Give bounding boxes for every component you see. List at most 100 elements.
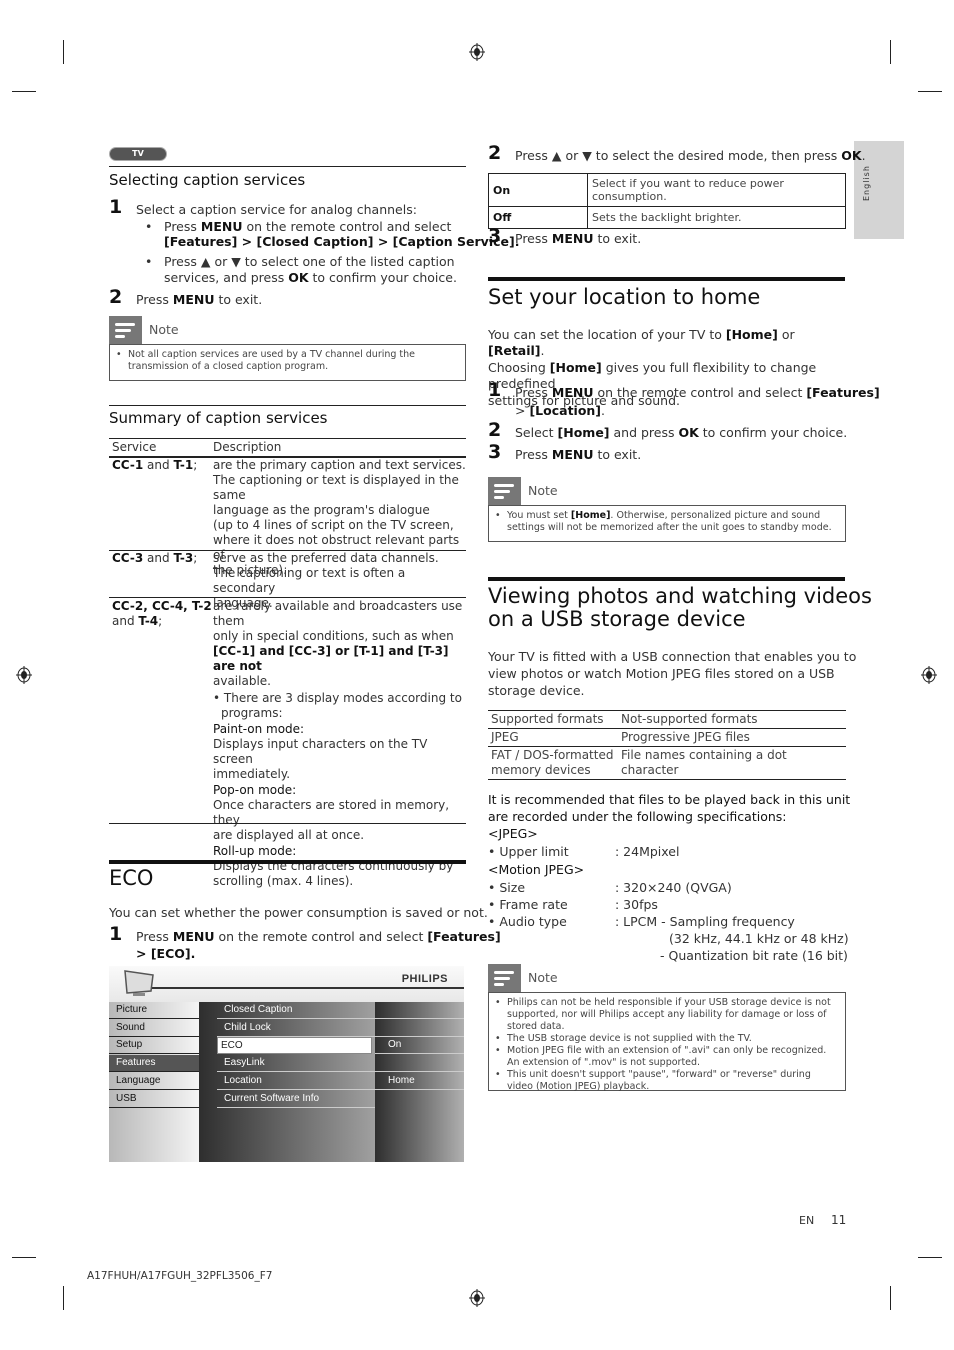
tv-badge: TV xyxy=(109,147,167,161)
page-number: 11 xyxy=(831,1213,847,1227)
key-menu: MENU xyxy=(172,292,215,307)
tv-menu-value xyxy=(375,1055,464,1072)
mode-name: Roll-up mode: xyxy=(213,844,297,858)
divider xyxy=(109,166,466,167)
tv-menu-item-closed-caption[interactable]: Closed Caption xyxy=(217,1002,375,1019)
spec-value-extra: - Quantization bit rate (16 bit) xyxy=(660,948,848,963)
spec-value: : 24Mpixel xyxy=(615,844,680,859)
text: to exit. xyxy=(214,292,263,307)
section-title-eco: ECO xyxy=(109,866,154,890)
table-cell: JPEG xyxy=(491,730,519,744)
code: CC-3 xyxy=(112,551,144,565)
key-menu: MENU xyxy=(172,929,215,944)
table-cell: Progressive JPEG files xyxy=(621,730,750,744)
note-label: Note xyxy=(528,483,558,498)
text: Press xyxy=(515,231,552,246)
desc-line: [CC-1] and [CC-3] or [T-1] and [T-3] are… xyxy=(213,644,468,674)
option-retail: [Retail] xyxy=(488,343,541,358)
text: You must set xyxy=(507,510,571,521)
spec-key: • Upper limit xyxy=(488,844,569,859)
spec-label-jpeg: <JPEG> xyxy=(488,826,538,841)
step-number: 1 xyxy=(109,196,123,218)
crop-mark xyxy=(63,40,64,64)
menu-path-text: [Features] > [Closed Caption] > [Caption… xyxy=(164,234,520,249)
step-text: Press MENU on the remote control and sel… xyxy=(515,385,880,401)
table-cell: File names containing a dot character xyxy=(621,748,787,777)
tv-menu-item-sound[interactable]: Sound xyxy=(109,1020,199,1037)
step-number: 1 xyxy=(488,379,502,401)
text: on the remote control and select xyxy=(593,385,807,400)
text: on the remote control and select xyxy=(214,929,428,944)
step-number: 2 xyxy=(109,286,123,308)
mode-name: Pop-on mode: xyxy=(213,783,297,797)
desc-line: immediately. xyxy=(213,767,291,781)
tv-menu-item-picture[interactable]: Picture xyxy=(109,1002,199,1019)
intro-line: storage device. xyxy=(488,683,585,698)
step-text: Select a caption service for analog chan… xyxy=(136,202,417,217)
desc-line: are rarely available and broadcasters us… xyxy=(213,599,463,628)
tv-menu-values: On Home xyxy=(375,1002,464,1162)
bullet-text: Press MENU on the remote control and sel… xyxy=(164,219,451,235)
text: Press xyxy=(515,385,552,400)
table-cell-service: CC-2, CC-4, T-2 and T-4; xyxy=(112,599,212,629)
section-title-location: Set your location to home xyxy=(488,285,761,309)
text: You can set the location of your TV to xyxy=(488,327,726,342)
tv-menu-item-language[interactable]: Language xyxy=(109,1073,199,1090)
step-text: Press MENU to exit. xyxy=(515,447,641,463)
desc-line: programs: xyxy=(221,706,283,720)
eco-intro: You can set whether the power consumptio… xyxy=(109,905,488,920)
table-cell-service: CC-1 and T-1; xyxy=(112,458,197,473)
tv-menu-item-easylink[interactable]: EasyLink xyxy=(217,1055,375,1072)
spec-key: • Audio type xyxy=(488,914,567,929)
tv-menu-item-location[interactable]: Location xyxy=(217,1073,375,1090)
step-number: 2 xyxy=(488,419,502,441)
footer-language: EN xyxy=(799,1214,815,1227)
note-item: You must set [Home]. Otherwise, personal… xyxy=(495,510,839,534)
option-home: [Home] xyxy=(549,360,602,375)
spec-label-motion-jpeg: <Motion JPEG> xyxy=(488,862,585,877)
text: Press xyxy=(136,929,173,944)
section-rule xyxy=(488,577,845,581)
text: or xyxy=(777,327,795,342)
key-ok: OK xyxy=(678,425,699,440)
tv-menu-item-child-lock[interactable]: Child Lock xyxy=(217,1020,375,1037)
tv-menu-header-line xyxy=(129,987,464,989)
tv-menu-value xyxy=(375,1002,464,1019)
service-line: CC-2, CC-4, T-2 xyxy=(112,599,212,614)
tv-menu-item-eco[interactable]: ECO xyxy=(217,1037,372,1054)
tv-menu-item-software-info[interactable]: Current Software Info xyxy=(217,1091,375,1108)
registration-mark-icon xyxy=(16,666,32,684)
tv-menu-item-setup[interactable]: Setup xyxy=(109,1037,199,1054)
table-header: Supported formats xyxy=(491,712,604,726)
table-top-rule xyxy=(109,438,466,439)
table-header-description: Description xyxy=(213,440,282,454)
text: Press xyxy=(515,447,552,462)
language-tab-label: English xyxy=(862,165,871,201)
note-item: Motion JPEG file with an extension of ".… xyxy=(495,1045,839,1069)
code: T-4 xyxy=(138,614,159,628)
text: to confirm your choice. xyxy=(308,270,457,285)
table-row: JPEG Progressive JPEG files xyxy=(488,729,846,747)
title-line: Viewing photos and watching videos xyxy=(488,584,872,608)
code: T-1 xyxy=(173,458,194,472)
intro-line: view photos or watch Motion JPEG files s… xyxy=(488,666,835,681)
codes: [CC-1] and [CC-3] or [T-1] and [T-3] are… xyxy=(213,644,449,673)
table-row: FAT / DOS-formatted memory devices File n… xyxy=(488,747,846,780)
tv-menu-item-usb[interactable]: USB xyxy=(109,1091,199,1108)
note-item: The USB storage device is not supplied w… xyxy=(495,1033,839,1045)
service-line: and T-4; xyxy=(112,614,212,629)
note-icon xyxy=(488,477,521,505)
divider xyxy=(109,405,466,406)
menu-path: [Features] xyxy=(427,929,501,944)
crop-mark xyxy=(890,40,891,64)
registration-mark-icon xyxy=(469,1289,485,1307)
tv-menu-item-features[interactable]: Features xyxy=(109,1055,199,1072)
spec-key: • Frame rate xyxy=(488,897,568,912)
eco-option-row: On Select if you want to reduce power con… xyxy=(488,173,846,207)
text: . xyxy=(601,403,606,418)
key-menu: MENU xyxy=(551,447,594,462)
desc-line: are the primary caption and text service… xyxy=(213,458,466,472)
section-title-usb: Viewing photos and watching videos on a … xyxy=(488,585,872,631)
table-cell-description: are rarely available and broadcasters us… xyxy=(213,599,468,889)
crop-mark xyxy=(12,1257,36,1258)
